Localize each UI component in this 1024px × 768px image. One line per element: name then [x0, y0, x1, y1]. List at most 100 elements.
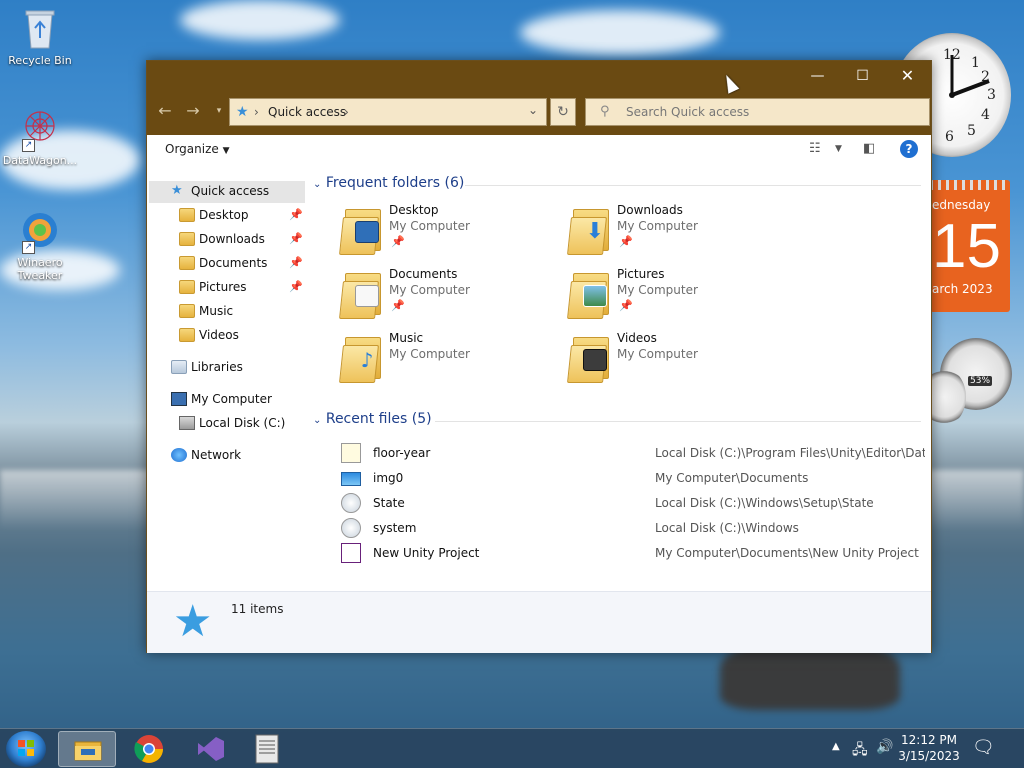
- view-options-chevron-icon[interactable]: ▼: [835, 144, 842, 154]
- recent-file-row[interactable]: State Local Disk (C:)\Windows\Setup\Stat…: [337, 491, 927, 516]
- preview-pane-icon[interactable]: ◧: [863, 141, 875, 156]
- recent-file-row[interactable]: New Unity Project My Computer\Documents\…: [337, 541, 927, 566]
- tray-clock[interactable]: 12:12 PM 3/15/2023: [896, 732, 962, 764]
- help-icon[interactable]: ?: [900, 140, 918, 158]
- nav-label: Network: [191, 448, 242, 462]
- maximize-button[interactable]: ☐: [840, 61, 885, 91]
- taskbar-file-explorer[interactable]: [58, 731, 116, 767]
- pin-icon[interactable]: 📌: [289, 208, 303, 221]
- nav-item-downloads[interactable]: Downloads 📌: [149, 229, 305, 251]
- pin-icon[interactable]: 📌: [289, 280, 303, 293]
- frequent-folders-header[interactable]: ⌄ Frequent folders (6): [313, 175, 464, 191]
- pin-icon[interactable]: 📌: [289, 232, 303, 245]
- search-box[interactable]: ⚲ Search Quick access: [585, 98, 930, 126]
- organize-label: Organize: [165, 142, 219, 156]
- pictures-folder-icon: [179, 280, 195, 294]
- tile-location: My Computer: [389, 219, 470, 233]
- recent-file-row[interactable]: floor-year Local Disk (C:)\Program Files…: [337, 441, 927, 466]
- file-name: img0: [373, 471, 404, 485]
- navigation-pane: ★ Quick access Desktop 📌 Downloads 📌 Doc…: [147, 165, 307, 591]
- refresh-button[interactable]: ↻: [550, 98, 576, 126]
- start-button[interactable]: [6, 731, 46, 767]
- taskbar-document-app[interactable]: [238, 731, 296, 767]
- folder-tile-videos[interactable]: Videos My Computer: [565, 329, 785, 387]
- recent-file-row[interactable]: img0 My Computer\Documents: [337, 466, 927, 491]
- nav-item-pictures[interactable]: Pictures 📌: [149, 277, 305, 299]
- tray-time: 12:12 PM: [901, 733, 957, 747]
- calendar-gadget[interactable]: ednesday 15 arch 2023: [930, 180, 1010, 312]
- nav-item-desktop[interactable]: Desktop 📌: [149, 205, 305, 227]
- recent-file-row[interactable]: system Local Disk (C:)\Windows: [337, 516, 927, 541]
- nav-label: Local Disk (C:): [199, 416, 286, 430]
- settings-file-icon: [341, 493, 361, 513]
- network-tray-icon[interactable]: 🖧: [852, 739, 868, 763]
- refresh-icon: ↻: [557, 104, 569, 120]
- folder-tile-documents[interactable]: Documents My Computer 📌: [337, 265, 557, 323]
- nav-item-network[interactable]: Network: [149, 445, 305, 467]
- change-view-icon[interactable]: ☷: [809, 141, 821, 156]
- folder-tile-music[interactable]: ♪ Music My Computer: [337, 329, 557, 387]
- collapse-chevron-icon: ⌄: [313, 179, 322, 190]
- collapse-chevron-icon: ⌄: [313, 415, 322, 426]
- chrome-icon: [134, 735, 163, 763]
- nav-item-videos[interactable]: Videos: [149, 325, 305, 347]
- taskbar-visual-studio[interactable]: [180, 731, 238, 767]
- nav-item-music[interactable]: Music: [149, 301, 305, 323]
- nav-item-documents[interactable]: Documents 📌: [149, 253, 305, 275]
- drive-icon: [179, 416, 195, 430]
- desktop-icon-datawagon[interactable]: ↗ DataWagon...: [0, 106, 80, 167]
- recycle-bin-icon: [18, 6, 62, 50]
- taskbar-chrome[interactable]: [120, 731, 178, 767]
- close-button[interactable]: ✕: [885, 61, 930, 91]
- visual-studio-icon: [198, 737, 224, 761]
- videos-folder-icon: [179, 328, 195, 342]
- action-center-icon[interactable]: 🗨: [972, 737, 995, 758]
- tile-location: My Computer: [617, 347, 698, 361]
- network-globe-icon: [171, 448, 187, 462]
- settings-file-icon: [341, 518, 361, 538]
- breadcrumb-chevron-icon[interactable]: ›: [254, 105, 259, 119]
- file-path: My Computer\Documents: [655, 471, 809, 485]
- nav-item-quick-access[interactable]: ★ Quick access: [149, 181, 305, 203]
- tile-location: My Computer: [617, 283, 698, 297]
- nav-label: Downloads: [199, 232, 265, 246]
- back-arrow-icon[interactable]: ←: [153, 99, 177, 123]
- tile-name: Documents: [389, 267, 458, 281]
- file-name: State: [373, 496, 405, 510]
- organize-menu[interactable]: Organize ▼: [165, 142, 230, 156]
- nav-item-local-disk[interactable]: Local Disk (C:): [149, 413, 305, 435]
- file-name: system: [373, 521, 417, 535]
- address-dropdown-chevron-icon[interactable]: ⌄: [528, 103, 538, 117]
- folder-tile-pictures[interactable]: Pictures My Computer 📌: [565, 265, 785, 323]
- file-explorer-icon: [74, 741, 102, 761]
- windows-logo-icon: [18, 740, 34, 756]
- folder-tile-desktop[interactable]: Desktop My Computer 📌: [337, 201, 557, 259]
- tray-chevron-up-icon[interactable]: ▲: [832, 741, 840, 752]
- nav-item-libraries[interactable]: Libraries: [149, 357, 305, 379]
- breadcrumb-chevron-icon[interactable]: ›: [344, 105, 349, 119]
- minimize-button[interactable]: —: [795, 61, 840, 91]
- datawagon-icon: ↗: [18, 106, 62, 152]
- desktop-icon-winaero-tweaker[interactable]: ↗ Winaero Tweaker: [0, 208, 80, 282]
- computer-icon: [171, 392, 187, 406]
- recent-files-header[interactable]: ⌄ Recent files (5): [313, 411, 432, 427]
- desktop-icon-recycle-bin[interactable]: Recycle Bin: [0, 6, 80, 67]
- forward-arrow-icon[interactable]: →: [181, 99, 205, 123]
- pin-icon: 📌: [391, 235, 405, 248]
- recent-locations-chevron-icon[interactable]: ▾: [207, 99, 231, 123]
- downloads-folder-icon: [179, 232, 195, 246]
- volume-tray-icon[interactable]: 🔊: [876, 739, 893, 755]
- group-title: Frequent folders (6): [325, 175, 465, 191]
- title-bar[interactable]: — ☐ ✕: [147, 61, 931, 91]
- breadcrumb-location[interactable]: Quick access: [268, 105, 346, 119]
- group-divider: [465, 185, 921, 186]
- meter-percent: 53%: [968, 376, 993, 386]
- address-bar[interactable]: ★ › Quick access › ⌄: [229, 98, 547, 126]
- group-divider: [435, 421, 921, 422]
- nav-label: Pictures: [199, 280, 247, 294]
- nav-item-my-computer[interactable]: My Computer: [149, 389, 305, 411]
- folder-tile-downloads[interactable]: ⬇ Downloads My Computer 📌: [565, 201, 785, 259]
- pin-icon[interactable]: 📌: [289, 256, 303, 269]
- calendar-rings: [930, 180, 1010, 190]
- cloud: [180, 0, 340, 40]
